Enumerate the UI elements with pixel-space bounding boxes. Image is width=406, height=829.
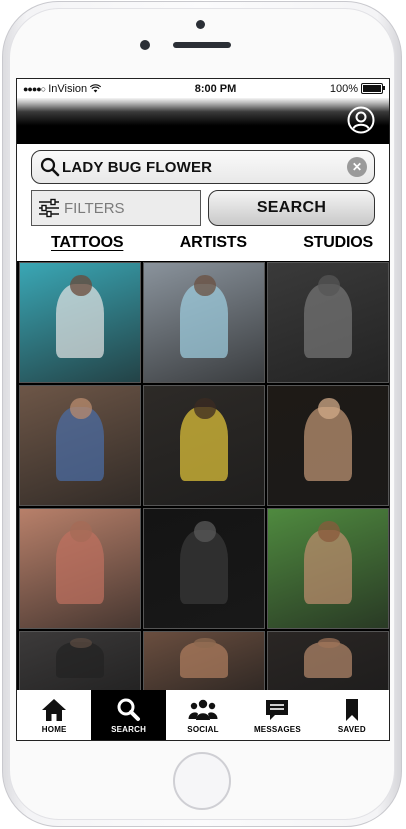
tattoo-photo[interactable]: [143, 631, 265, 691]
tattoo-photo[interactable]: [267, 262, 389, 383]
tab-studios[interactable]: STUDIOS: [303, 234, 373, 258]
tab-artists[interactable]: ARTISTS: [180, 234, 247, 258]
home-hardware-button[interactable]: [173, 752, 231, 810]
tattoo-photo[interactable]: [19, 508, 141, 629]
social-icon: [188, 699, 218, 720]
bottom-navigation: HOME SEARCH SOCIAL MESSAGES SAVED: [17, 690, 389, 740]
tab-tattoos[interactable]: TATTOOS: [51, 234, 124, 258]
photo-subject-head: [318, 274, 340, 297]
camera-icon: [196, 20, 205, 29]
speaker-icon: [173, 42, 231, 48]
battery-percent: 100%: [329, 82, 358, 95]
photo-subject-head: [194, 274, 216, 297]
nav-search[interactable]: SEARCH: [91, 690, 166, 740]
tattoo-photo-grid: [17, 262, 389, 691]
wifi-icon: [90, 84, 102, 93]
search-panel: ✕ FILTERS SEARCH TATTOOS ARTISTS STUDIOS: [17, 144, 389, 261]
tattoo-photo[interactable]: [267, 631, 389, 691]
signal-icon: ●●●●○: [23, 83, 46, 94]
bookmark-icon: [345, 699, 358, 721]
search-input[interactable]: [60, 157, 334, 177]
battery-icon: [361, 83, 385, 94]
search-button[interactable]: SEARCH: [208, 190, 375, 226]
photo-subject-head: [318, 397, 340, 420]
search-nav-icon: [117, 698, 140, 721]
filters-button[interactable]: FILTERS: [31, 190, 201, 226]
status-bar: ●●●●○ InVision 8:00 PM 100%: [17, 79, 389, 98]
photo-subject-head: [318, 520, 340, 543]
messages-icon: [266, 700, 289, 720]
tattoo-photo[interactable]: [19, 631, 141, 691]
app-header: [17, 98, 389, 144]
search-icon: [40, 157, 60, 177]
carrier-label: InVision: [48, 82, 88, 95]
home-icon: [42, 699, 67, 721]
result-tabs: TATTOOS ARTISTS STUDIOS: [17, 234, 389, 258]
sliders-icon: [39, 198, 59, 218]
photo-subject-head: [70, 274, 92, 297]
nav-messages[interactable]: MESSAGES: [240, 690, 314, 740]
tattoo-photo[interactable]: [19, 262, 141, 383]
photo-subject-head: [194, 397, 216, 420]
tattoo-photo[interactable]: [267, 385, 389, 506]
profile-icon[interactable]: [347, 106, 375, 134]
nav-home[interactable]: HOME: [17, 690, 91, 740]
nav-social[interactable]: SOCIAL: [166, 690, 240, 740]
tattoo-photo[interactable]: [143, 262, 265, 383]
tattoo-photo[interactable]: [19, 385, 141, 506]
photo-subject-head: [194, 520, 216, 543]
app-screen: ●●●●○ InVision 8:00 PM 100% LADY BUG FLO…: [16, 78, 390, 741]
tattoo-photo[interactable]: [267, 508, 389, 629]
tattoo-photo[interactable]: [143, 385, 265, 506]
photo-subject-head: [70, 397, 92, 420]
photo-subject-head: [70, 520, 92, 543]
tattoo-photo[interactable]: [143, 508, 265, 629]
clear-search-icon[interactable]: ✕: [347, 157, 367, 177]
clock: 8:00 PM: [194, 82, 237, 95]
sensor-icon: [140, 40, 150, 50]
search-field[interactable]: ✕: [31, 150, 375, 184]
filters-label: FILTERS: [64, 199, 125, 217]
nav-saved[interactable]: SAVED: [315, 690, 389, 740]
